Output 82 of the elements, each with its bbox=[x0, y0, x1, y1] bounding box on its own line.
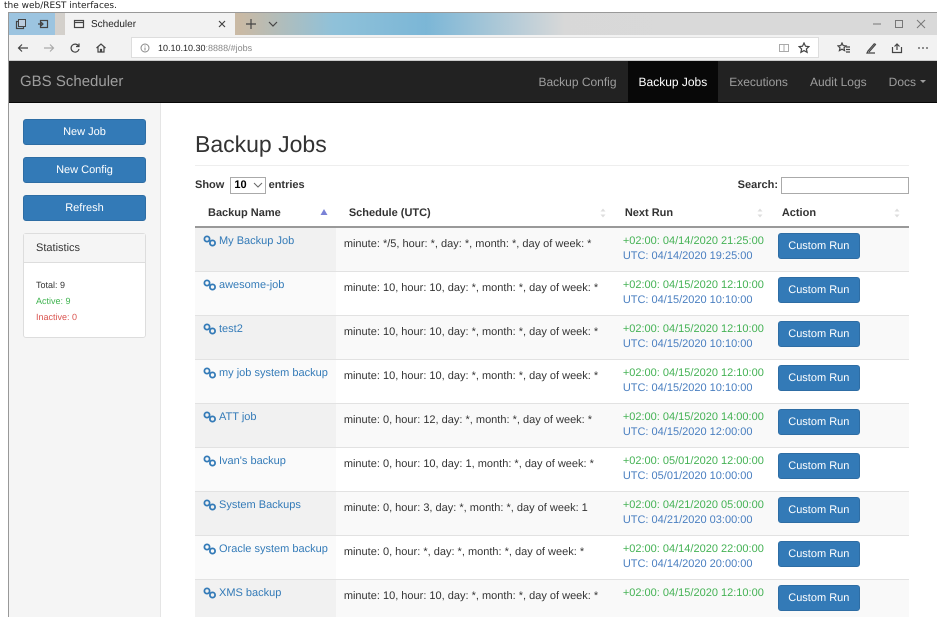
pen-icon[interactable] bbox=[865, 42, 877, 54]
new-config-button[interactable]: New Config bbox=[23, 157, 146, 183]
tab-aside-icon[interactable] bbox=[37, 18, 49, 30]
maximize-icon[interactable] bbox=[893, 18, 905, 30]
nav-link[interactable]: Backup Config bbox=[527, 61, 628, 102]
local-time: +02:00: 04/15/2020 12:10:00 bbox=[622, 366, 764, 380]
utc-time: UTC: 04/14/2020 20:00:00 bbox=[622, 556, 754, 570]
custom-run-button[interactable]: Custom Run bbox=[778, 320, 860, 346]
nav-link[interactable]: Docs bbox=[878, 61, 937, 102]
link-icon bbox=[203, 235, 217, 247]
table-cell: minute: 0, hour: 3, day: *, month: *, day of week: 1 bbox=[336, 491, 615, 535]
local-time: +02:00: 04/15/2020 12:10:00 bbox=[622, 586, 764, 600]
link-icon bbox=[203, 498, 217, 510]
custom-run-button[interactable]: Custom Run bbox=[778, 408, 860, 434]
entries-label: entries bbox=[268, 179, 305, 191]
custom-run-button[interactable]: Custom Run bbox=[778, 233, 860, 259]
custom-run-button[interactable]: Custom Run bbox=[778, 496, 860, 522]
refresh-icon[interactable] bbox=[69, 42, 81, 54]
refresh-button[interactable]: Refresh bbox=[23, 195, 146, 221]
info-icon bbox=[140, 42, 150, 52]
panel-heading: Statistics bbox=[24, 234, 145, 263]
link-icon bbox=[203, 278, 217, 290]
caption-text: the web/REST interfaces. bbox=[3, 0, 118, 12]
search-field[interactable] bbox=[781, 176, 909, 194]
table-cell: minute: 0, hour: 12, day: *, month: *, day of week: * bbox=[336, 403, 615, 447]
close-window-icon[interactable] bbox=[915, 18, 927, 30]
local-time: +02:00: 04/21/2020 05:00:00 bbox=[622, 498, 764, 512]
show-label: Show bbox=[195, 179, 224, 191]
local-time: +02:00: 04/14/2020 21:25:00 bbox=[622, 234, 764, 249]
favorites-icon[interactable] bbox=[837, 42, 851, 54]
link-icon bbox=[203, 322, 217, 334]
custom-run-button[interactable]: Custom Run bbox=[778, 364, 860, 390]
local-time: +02:00: 04/15/2020 14:00:00 bbox=[622, 410, 764, 424]
table-cell: minute: 10, hour: 10, day: *, month: *, day of week: * bbox=[336, 579, 615, 617]
url-text: 10.10.10.30:8888/#jobs bbox=[158, 42, 252, 52]
nav-link[interactable]: Backup Jobs bbox=[628, 61, 718, 102]
custom-run-button[interactable]: Custom Run bbox=[778, 452, 860, 478]
link-icon bbox=[203, 366, 217, 378]
statistic-text: Active: 9 bbox=[36, 295, 72, 308]
star-icon[interactable] bbox=[798, 42, 810, 54]
home-icon[interactable] bbox=[95, 42, 107, 54]
new-tab-icon[interactable] bbox=[245, 18, 257, 30]
local-time: +02:00: 04/15/2020 12:10:00 bbox=[622, 278, 764, 292]
link-icon bbox=[203, 410, 217, 422]
utc-time: UTC: 04/15/2020 10:10:00 bbox=[622, 380, 754, 394]
search-label: Search: bbox=[738, 179, 778, 191]
tab-title: Scheduler bbox=[91, 18, 138, 30]
custom-run-button[interactable]: Custom Run bbox=[778, 540, 860, 566]
close-icon[interactable] bbox=[217, 19, 227, 29]
local-time: +02:00: 04/14/2020 22:00:00 bbox=[622, 542, 764, 556]
chevron-down-icon bbox=[252, 181, 263, 189]
custom-run-button[interactable]: Custom Run bbox=[778, 584, 860, 610]
statistic-text: Inactive: 0 bbox=[36, 311, 78, 324]
link-icon bbox=[203, 454, 217, 466]
address-field[interactable]: 10.10.10.30:8888/#jobs bbox=[131, 37, 819, 58]
nav-link[interactable]: Audit Logs bbox=[798, 61, 878, 102]
page-icon bbox=[73, 18, 85, 30]
page-title: Backup Jobs bbox=[195, 131, 328, 158]
local-time: +02:00: 04/15/2020 12:10:00 bbox=[622, 322, 764, 336]
link-icon bbox=[203, 542, 217, 554]
utc-time: UTC: 04/15/2020 10:10:00 bbox=[622, 292, 754, 306]
utc-time: UTC: 04/21/2020 03:00:00 bbox=[622, 512, 754, 526]
caret-icon[interactable] bbox=[920, 80, 926, 83]
link-icon bbox=[203, 586, 217, 598]
utc-time: UTC: 04/15/2020 12:00:00 bbox=[622, 424, 754, 438]
nav-link[interactable]: Executions bbox=[718, 61, 799, 102]
share-icon[interactable] bbox=[891, 42, 903, 54]
utc-time: UTC: 04/15/2020 10:10:00 bbox=[622, 336, 754, 350]
brand-link[interactable]: GBS Scheduler bbox=[9, 61, 124, 102]
table-cell: minute: 10, hour: 10, day: *, month: *, day of week: * bbox=[336, 315, 615, 359]
tab-windows-icon[interactable] bbox=[15, 18, 27, 30]
new-job-button[interactable]: New Job bbox=[23, 119, 146, 145]
local-time: +02:00: 05/01/2020 12:00:00 bbox=[622, 454, 764, 468]
back-icon[interactable] bbox=[17, 42, 29, 54]
utc-time: UTC: 05/01/2020 10:00:00 bbox=[622, 468, 754, 482]
custom-run-button[interactable]: Custom Run bbox=[778, 276, 860, 302]
sort-icon[interactable] bbox=[320, 208, 328, 218]
browser-tab[interactable]: Scheduler bbox=[65, 13, 235, 35]
table-cell: minute: */5, hour: *, day: *, month: *, day of week: * bbox=[336, 227, 615, 271]
utc-time: UTC: 04/14/2020 19:25:00 bbox=[622, 249, 754, 263]
entries-select[interactable]: 10 bbox=[230, 176, 266, 194]
statistic-text: Total: 9 bbox=[36, 279, 66, 292]
